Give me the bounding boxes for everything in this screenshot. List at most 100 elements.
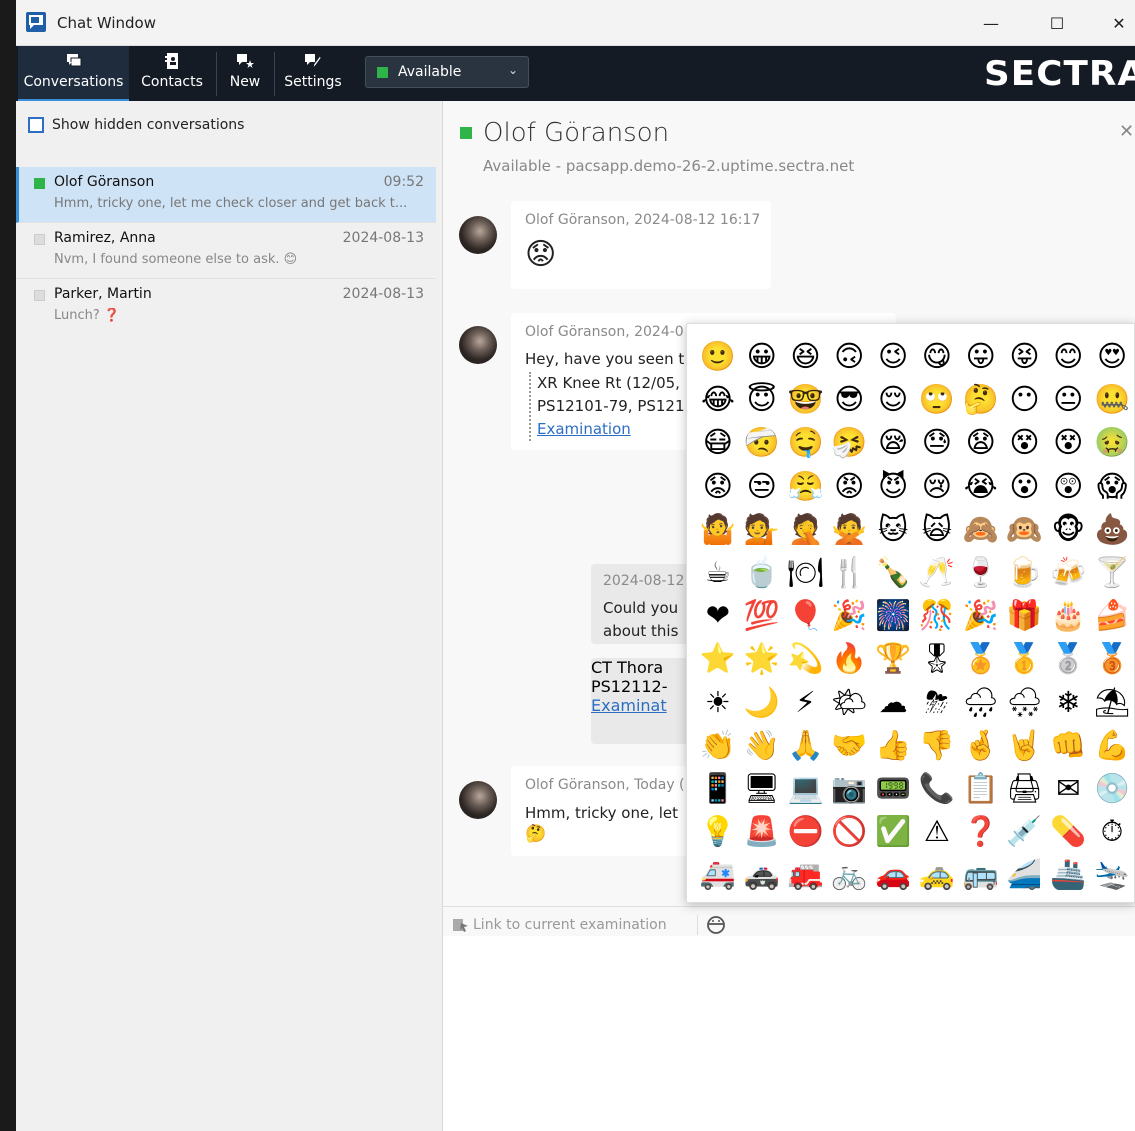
emoji-option[interactable]: 🐱	[871, 508, 915, 551]
conversation-item[interactable]: Parker, Martin 2024-08-13 Lunch? ❓	[16, 279, 436, 335]
emoji-option[interactable]: 🍾	[871, 551, 915, 594]
emoji-option[interactable]: ⛱	[1090, 681, 1134, 724]
emoji-option[interactable]: 🤕	[740, 421, 784, 464]
emoji-option[interactable]: 😌	[871, 378, 915, 421]
emoji-option[interactable]: 😒	[740, 465, 784, 508]
emoji-option[interactable]: 🌤	[827, 681, 871, 724]
emoji-option[interactable]: 😋	[915, 335, 959, 378]
emoji-option[interactable]: 🤓	[784, 378, 828, 421]
emoji-option[interactable]: 🌙	[740, 681, 784, 724]
emoji-option[interactable]: 😤	[784, 465, 828, 508]
emoji-option[interactable]: 🚄	[1003, 853, 1047, 896]
emoji-option[interactable]: 🐵	[1046, 508, 1090, 551]
emoji-option[interactable]: 🤝	[827, 724, 871, 767]
emoji-option[interactable]: 😪	[871, 421, 915, 464]
conversation-item[interactable]: Olof Göranson 09:52 Hmm, tricky one, let…	[16, 167, 436, 223]
emoji-option[interactable]: 🙈	[959, 508, 1003, 551]
emoji-option[interactable]: 🥈	[1046, 637, 1090, 680]
emoji-option[interactable]: ☁	[871, 681, 915, 724]
emoji-option[interactable]: 🌧	[959, 681, 1003, 724]
emoji-option[interactable]: 🚗	[871, 853, 915, 896]
checkbox-box[interactable]	[28, 117, 44, 133]
emoji-option[interactable]: 💿	[1090, 767, 1134, 810]
emoji-option[interactable]: 😶	[1003, 378, 1047, 421]
emoji-option[interactable]: 🤷	[696, 508, 740, 551]
conversations-tab[interactable]: Conversations	[18, 46, 129, 101]
emoji-option[interactable]: 🚌	[959, 853, 1003, 896]
emoji-option[interactable]: 🔥	[827, 637, 871, 680]
emoji-option[interactable]: ⛔	[784, 810, 828, 853]
minimize-button[interactable]: —	[968, 8, 1014, 38]
emoji-option[interactable]: 🤧	[827, 421, 871, 464]
emoji-option[interactable]: 🎊	[915, 594, 959, 637]
emoji-option[interactable]: 💊	[1046, 810, 1090, 853]
emoji-option[interactable]: 🎉	[827, 594, 871, 637]
emoji-option[interactable]: 🤢	[1090, 421, 1134, 464]
conversation-item[interactable]: Ramirez, Anna 2024-08-13 Nvm, I found so…	[16, 223, 436, 279]
emoji-option[interactable]: 🚨	[740, 810, 784, 853]
emoji-option[interactable]: ⭐	[696, 637, 740, 680]
emoji-option[interactable]: 💁	[740, 508, 784, 551]
examination-link[interactable]: Examination	[537, 420, 631, 438]
emoji-option[interactable]: 🎂	[1046, 594, 1090, 637]
emoji-option[interactable]: 👎	[915, 724, 959, 767]
emoji-option[interactable]: ☀	[696, 681, 740, 724]
emoji-option[interactable]: 🍵	[740, 551, 784, 594]
emoji-option[interactable]: 📞	[915, 767, 959, 810]
emoji-option[interactable]: 🚢	[1046, 853, 1090, 896]
link-examination-button[interactable]: Link to current examination	[453, 917, 667, 933]
emoji-option[interactable]: ⛈	[915, 681, 959, 724]
emoji-option[interactable]: 🚓	[740, 853, 784, 896]
emoji-option[interactable]: ❓	[959, 810, 1003, 853]
emoji-option[interactable]: 😱	[1090, 465, 1134, 508]
emoji-option[interactable]: 🎉	[959, 594, 1003, 637]
emoji-option[interactable]: 🍸	[1090, 551, 1134, 594]
emoji-option[interactable]: 😝	[1003, 335, 1047, 378]
emoji-option[interactable]: 👊	[1046, 724, 1090, 767]
emoji-option[interactable]: 💯	[740, 594, 784, 637]
emoji-option[interactable]: 😀	[740, 335, 784, 378]
emoji-option[interactable]: 🚲	[827, 853, 871, 896]
emoji-option[interactable]: 📷	[827, 767, 871, 810]
emoji-option[interactable]: 🌟	[740, 637, 784, 680]
emoji-option[interactable]: 💉	[1003, 810, 1047, 853]
emoji-option[interactable]: 🖥	[740, 767, 784, 810]
emoji-option[interactable]: 🎈	[784, 594, 828, 637]
emoji-option[interactable]: 😷	[696, 421, 740, 464]
emoji-option[interactable]: 🥉	[1090, 637, 1134, 680]
emoji-option[interactable]: 😐	[1046, 378, 1090, 421]
emoji-option[interactable]: 🍽	[784, 551, 828, 594]
emoji-option[interactable]: 😧	[959, 421, 1003, 464]
emoji-option[interactable]: 🚑	[696, 853, 740, 896]
emoji-option[interactable]: 🙉	[1003, 508, 1047, 551]
emoji-option[interactable]: ☕	[696, 551, 740, 594]
emoji-option[interactable]: 😂	[696, 378, 740, 421]
emoji-option[interactable]: 👋	[740, 724, 784, 767]
maximize-button[interactable]: ☐	[1034, 8, 1080, 38]
emoji-option[interactable]: 🖨	[1003, 767, 1047, 810]
emoji-option[interactable]: 🚫	[827, 810, 871, 853]
emoji-option[interactable]: 🥇	[1003, 637, 1047, 680]
emoji-option[interactable]: 😛	[959, 335, 1003, 378]
emoji-option[interactable]: 😍	[1090, 335, 1134, 378]
emoji-option[interactable]: 🙀	[915, 508, 959, 551]
show-hidden-checkbox[interactable]: Show hidden conversations	[28, 117, 244, 133]
emoji-option[interactable]: 😵	[1003, 421, 1047, 464]
emoji-option[interactable]: 😈	[871, 465, 915, 508]
emoji-option[interactable]: 🚕	[915, 853, 959, 896]
emoji-option[interactable]: 😊	[1046, 335, 1090, 378]
contacts-tab[interactable]: Contacts	[134, 46, 210, 101]
emoji-option[interactable]: 🎆	[871, 594, 915, 637]
emoji-option[interactable]: ⚡	[784, 681, 828, 724]
emoji-option[interactable]: ⚠	[915, 810, 959, 853]
emoji-option[interactable]: 🚒	[784, 853, 828, 896]
emoji-option[interactable]: 😲	[1046, 465, 1090, 508]
emoji-option[interactable]: 💡	[696, 810, 740, 853]
emoji-option[interactable]: 😓	[915, 421, 959, 464]
emoji-option[interactable]: 👏	[696, 724, 740, 767]
examination-link[interactable]: Examinat	[591, 696, 667, 715]
emoji-option[interactable]: 🏅	[959, 637, 1003, 680]
status-dropdown[interactable]: Available ⌄	[365, 56, 529, 88]
emoji-option[interactable]: 😡	[827, 465, 871, 508]
emoji-option[interactable]: 💫	[784, 637, 828, 680]
